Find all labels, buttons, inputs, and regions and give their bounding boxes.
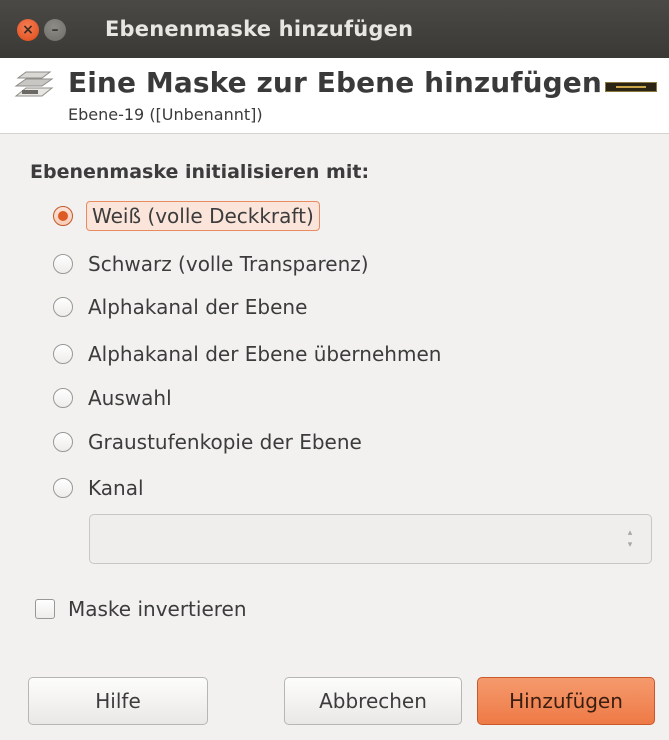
radio-label: Weiß (volle Deckkraft) (86, 201, 320, 231)
radio-button[interactable] (53, 478, 73, 498)
radio-button[interactable] (53, 254, 73, 274)
minimize-window-button[interactable]: – (44, 19, 66, 41)
cancel-button[interactable]: Abbrechen (284, 677, 462, 725)
radio-label: Schwarz (volle Transparenz) (88, 252, 369, 276)
layer-mask-icon (14, 71, 54, 97)
window-titlebar: × – Ebenenmaske hinzufügen (0, 0, 669, 58)
radio-option-alpha[interactable]: Alphakanal der Ebene (53, 290, 307, 324)
radio-option-white[interactable]: Weiß (volle Deckkraft) (53, 199, 320, 233)
layer-thumbnail (605, 82, 657, 92)
window-title: Ebenenmaske hinzufügen (105, 17, 414, 41)
radio-button[interactable] (53, 388, 73, 408)
radio-button-checked[interactable] (53, 206, 73, 226)
help-button[interactable]: Hilfe (28, 677, 208, 725)
invert-mask-label: Maske invertieren (68, 597, 247, 621)
radio-option-black[interactable]: Schwarz (volle Transparenz) (53, 247, 369, 281)
radio-label: Graustufenkopie der Ebene (88, 430, 362, 454)
chevron-down-icon: ▾ (627, 540, 633, 550)
radio-option-alpha-transfer[interactable]: Alphakanal der Ebene übernehmen (53, 337, 441, 371)
invert-mask-checkbox[interactable] (35, 599, 55, 619)
radio-button[interactable] (53, 297, 73, 317)
radio-option-channel[interactable]: Kanal (53, 471, 144, 505)
radio-button[interactable] (53, 344, 73, 364)
radio-label: Alphakanal der Ebene (88, 295, 308, 319)
radio-label: Kanal (88, 476, 144, 500)
invert-mask-option[interactable]: Maske invertieren (35, 594, 247, 624)
radio-label: Alphakanal der Ebene übernehmen (88, 342, 442, 366)
layer-name: Ebene-19 ([Unbenannt]) (68, 105, 263, 124)
channel-select[interactable]: ▴ ▾ (89, 514, 652, 564)
radio-button[interactable] (53, 432, 73, 452)
chevron-up-icon: ▴ (627, 528, 633, 538)
radio-option-selection[interactable]: Auswahl (53, 381, 172, 415)
radio-label: Auswahl (88, 386, 172, 410)
spin-arrows-icon: ▴ ▾ (625, 527, 635, 551)
dialog-header: Eine Maske zur Ebene hinzufügen Ebene-19… (0, 58, 669, 134)
add-button[interactable]: Hinzufügen (477, 677, 655, 725)
dialog-heading: Eine Maske zur Ebene hinzufügen (68, 66, 602, 99)
close-window-button[interactable]: × (17, 19, 39, 41)
radio-option-grayscale[interactable]: Graustufenkopie der Ebene (53, 425, 362, 459)
init-group-label: Ebenenmaske initialisieren mit: (30, 161, 370, 183)
